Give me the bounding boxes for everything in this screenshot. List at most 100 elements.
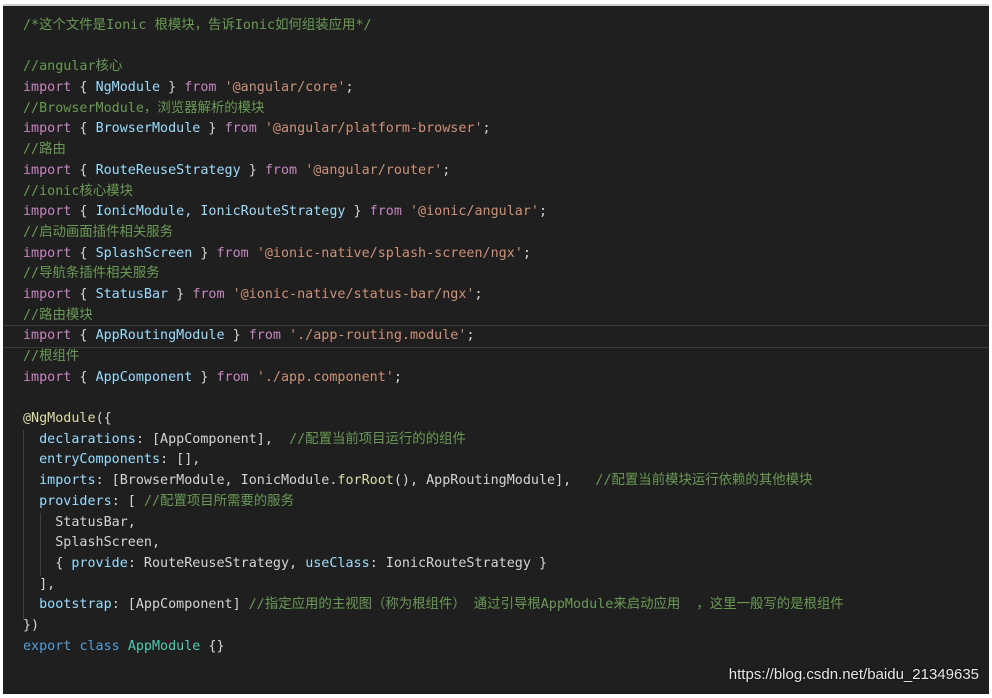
- punctuation: ({: [95, 411, 112, 427]
- keyword-import: import: [23, 245, 72, 261]
- punctuation: {: [71, 162, 96, 178]
- import-path: '@ionic-native/status-bar/ngx': [232, 286, 475, 302]
- comment: //根组件: [23, 349, 80, 364]
- punctuation: ;: [393, 369, 402, 385]
- current-line: import { AppRoutingModule } from './app-…: [3, 325, 989, 348]
- property-value: : IonicRouteStrategy }: [369, 555, 548, 571]
- import-path: '@ionic-native/splash-screen/ngx': [256, 245, 523, 261]
- comment: //angular核心: [23, 59, 123, 75]
- punctuation: {: [71, 80, 96, 96]
- code-line: import { BrowserModule } from '@angular/…: [23, 119, 989, 140]
- property-key: bootstrap: [39, 597, 112, 613]
- property-key: useClass: [305, 555, 370, 571]
- property-key: providers: [39, 493, 112, 509]
- comment: /*这个文件是Ionic 根模块，告诉Ionic如何组装应用*/: [23, 18, 372, 33]
- punctuation: {: [71, 286, 96, 302]
- keyword-from: from: [248, 328, 281, 344]
- code-editor[interactable]: /*这个文件是Ionic 根模块，告诉Ionic如何组装应用*/ //angul…: [3, 4, 989, 694]
- code-line: //ionic核心模块: [23, 182, 989, 203]
- punctuation: }: [192, 369, 217, 385]
- comment: //配置项目所需要的服务: [143, 493, 294, 509]
- import-names: RouteReuseStrategy: [95, 162, 241, 178]
- code-line: imports: [BrowserModule, IonicModule.for…: [23, 471, 989, 492]
- keyword-from: from: [192, 286, 225, 302]
- keyword-from: from: [216, 245, 249, 261]
- keyword-import: import: [23, 369, 72, 385]
- punctuation: }: [160, 80, 185, 96]
- punctuation: }: [192, 245, 217, 261]
- property-value: : [AppComponent]: [111, 597, 249, 613]
- provider-item: StatusBar,: [55, 514, 136, 530]
- code-line: import { RouteReuseStrategy } from '@ang…: [23, 161, 989, 182]
- punctuation: ;: [474, 286, 483, 302]
- comment: //启动画面插件相关服务: [23, 224, 174, 240]
- property-value: (), AppRoutingModule],: [393, 473, 596, 489]
- comment: //路由模块: [23, 307, 93, 323]
- code-line: import { SplashScreen } from '@ionic-nat…: [23, 244, 989, 265]
- code-line: export class AppModule {}: [23, 637, 989, 658]
- import-path: '@angular/platform-browser': [264, 121, 483, 137]
- keyword-import: import: [23, 204, 72, 220]
- code-line: { provide: RouteReuseStrategy, useClass:…: [23, 554, 989, 575]
- code-content[interactable]: /*这个文件是Ionic 根模块，告诉Ionic如何组装应用*/ //angul…: [3, 16, 989, 658]
- code-line: SplashScreen,: [23, 533, 989, 554]
- import-path: './app.component': [256, 369, 394, 385]
- provider-item: SplashScreen,: [55, 535, 161, 551]
- punctuation: ;: [538, 204, 548, 220]
- property-key: entryComponents: [39, 452, 161, 468]
- watermark: https://blog.csdn.net/baidu_21349635: [728, 666, 979, 684]
- import-names: BrowserModule: [95, 121, 201, 137]
- keyword-import: import: [23, 80, 72, 96]
- property-value: : [: [111, 493, 144, 509]
- keyword-from: from: [224, 121, 257, 137]
- keyword-from: from: [216, 369, 249, 385]
- punctuation: ],: [39, 576, 56, 592]
- property-value: : RouteReuseStrategy,: [127, 555, 306, 571]
- import-names: SplashScreen: [95, 245, 193, 261]
- keyword-from: from: [369, 204, 402, 220]
- decorator: @NgModule: [23, 411, 96, 427]
- comment: //BrowserModule，浏览器解析的模块: [23, 100, 265, 116]
- code-line: providers: [ //配置项目所需要的服务: [23, 492, 989, 513]
- code-line: import { IonicModule, IonicRouteStrategy…: [23, 202, 989, 223]
- keyword-from: from: [184, 80, 217, 96]
- code-line: //启动画面插件相关服务: [23, 223, 989, 244]
- import-names: StatusBar: [95, 286, 169, 302]
- code-line: bootstrap: [AppComponent] //指定应用的主视图（称为根…: [23, 595, 989, 616]
- punctuation: {: [71, 328, 96, 344]
- punctuation: }: [224, 328, 249, 344]
- punctuation: ;: [522, 245, 531, 261]
- code-line: import { AppComponent } from './app.comp…: [23, 368, 989, 389]
- punctuation: ;: [345, 80, 354, 96]
- keyword-export: export: [23, 638, 72, 654]
- keyword-import: import: [23, 121, 72, 137]
- punctuation: {: [71, 121, 96, 137]
- code-line: import { NgModule } from '@angular/core'…: [23, 78, 989, 99]
- comment: //路由: [23, 142, 66, 158]
- comment: //导航条插件相关服务: [23, 266, 160, 282]
- comment: //指定应用的主视图（称为根组件） 通过引导根AppModule来启动应用 ，这…: [248, 597, 844, 613]
- class-name: AppModule: [127, 638, 201, 654]
- comment: //ionic核心模块: [23, 183, 133, 199]
- import-path: '@angular/router': [305, 162, 443, 178]
- property-key: imports: [39, 473, 96, 489]
- code-line: entryComponents: [],: [23, 450, 989, 471]
- keyword-import: import: [23, 162, 72, 178]
- import-path: '@ionic/angular': [409, 204, 539, 220]
- punctuation: }: [240, 162, 265, 178]
- property-value: : [],: [160, 452, 201, 468]
- import-names: AppRoutingModule: [95, 328, 225, 344]
- editor-top-border: [3, 4, 989, 6]
- punctuation: {: [71, 204, 96, 220]
- import-path: './app-routing.module': [289, 328, 467, 344]
- punctuation: {: [55, 555, 72, 571]
- punctuation: ;: [482, 121, 491, 137]
